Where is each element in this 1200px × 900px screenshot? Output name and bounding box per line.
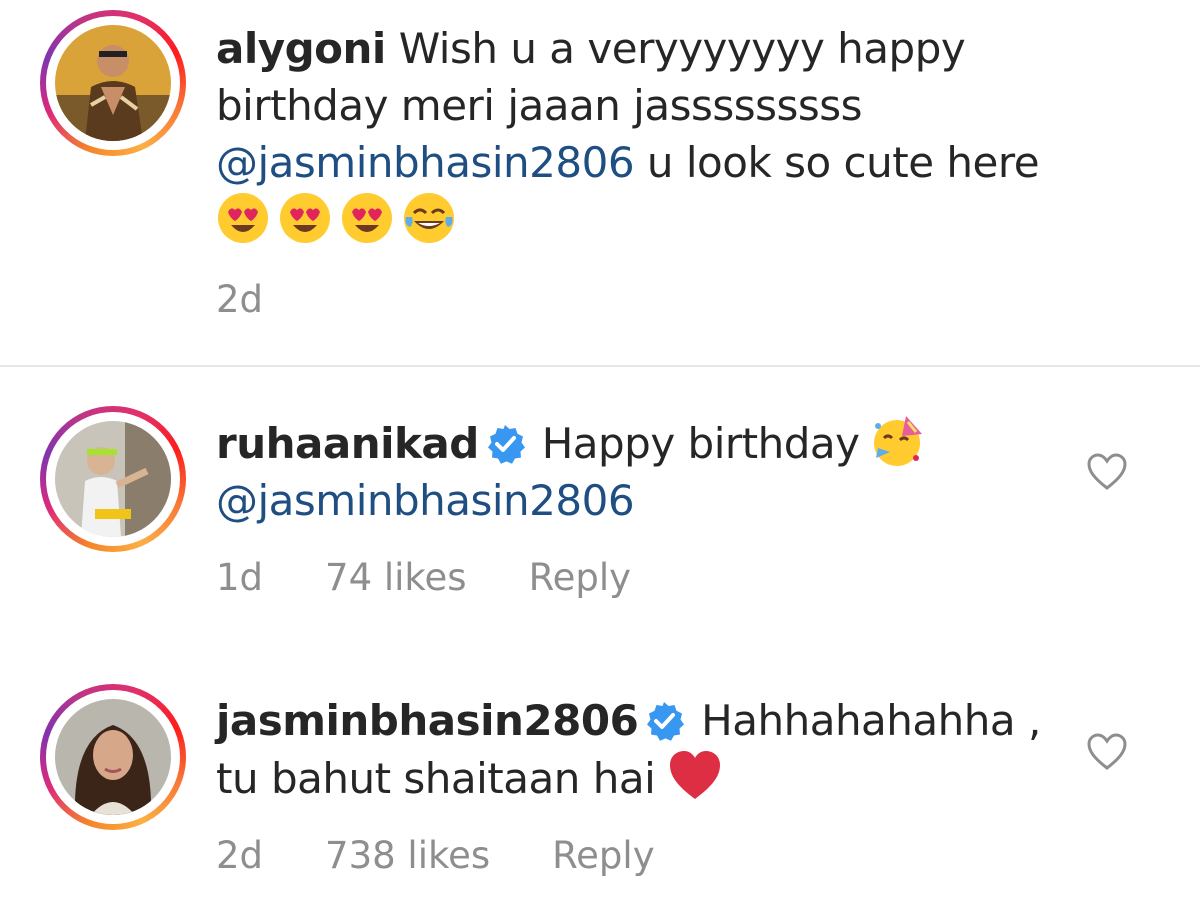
reply-button[interactable]: Reply: [529, 556, 631, 599]
comment-text: ruhaanikad Happy birthday @jasmin​bhasin…: [216, 414, 1046, 529]
avatar: [55, 699, 171, 815]
comment-meta: 2d: [216, 278, 263, 321]
username-link[interactable]: alygoni: [216, 24, 386, 73]
comment-body: Happy birthday: [528, 419, 873, 468]
mention-link[interactable]: @jasmin​bhasin2806: [216, 138, 635, 187]
comment-timestamp[interactable]: 2d: [216, 834, 263, 877]
heart-eyes-emoji-icon: [342, 193, 392, 243]
avatar-story-ring[interactable]: [40, 10, 186, 156]
section-divider: [0, 365, 1200, 367]
comment-meta: 2d 738 likes Reply: [216, 834, 655, 877]
heart-eyes-emoji-icon: [218, 193, 268, 243]
username-link[interactable]: ruhaanikad: [216, 419, 479, 468]
comment-timestamp[interactable]: 1d: [216, 556, 263, 599]
likes-count[interactable]: 738 likes: [325, 834, 490, 877]
avatar: [55, 25, 171, 141]
comment-text: jasminbhasin2806 Hahhahahahha , tu bahut…: [216, 692, 1046, 807]
reply-button[interactable]: Reply: [552, 834, 654, 877]
mention-link[interactable]: @jasmin​bhasin2806: [216, 476, 635, 525]
partying-face-emoji-icon: [874, 416, 923, 466]
avatar: [55, 421, 171, 537]
verified-badge-icon: [647, 702, 685, 741]
emoji-row: [216, 193, 464, 245]
avatar-story-ring[interactable]: [40, 684, 186, 830]
like-heart-icon[interactable]: [1086, 452, 1128, 492]
comment-text: alygoni Wish u a veryyyyyyy happy birthd…: [216, 20, 1046, 249]
avatar-story-ring[interactable]: [40, 406, 186, 552]
verified-badge-icon: [487, 425, 525, 464]
like-heart-icon[interactable]: [1086, 732, 1128, 772]
avatar-photo-icon: [55, 699, 171, 815]
avatar-photo-icon: [55, 421, 171, 537]
username-link[interactable]: jasminbhasin2806: [216, 696, 639, 745]
heart-eyes-emoji-icon: [280, 193, 330, 243]
tears-of-joy-emoji-icon: [404, 193, 454, 243]
comment-timestamp[interactable]: 2d: [216, 278, 263, 321]
comment-body-continued: u look so cute here: [634, 138, 1040, 187]
likes-count[interactable]: 74 likes: [325, 556, 467, 599]
red-heart-emoji-icon: [670, 751, 721, 799]
avatar-photo-icon: [55, 25, 171, 141]
comment-meta: 1d 74 likes Reply: [216, 556, 631, 599]
